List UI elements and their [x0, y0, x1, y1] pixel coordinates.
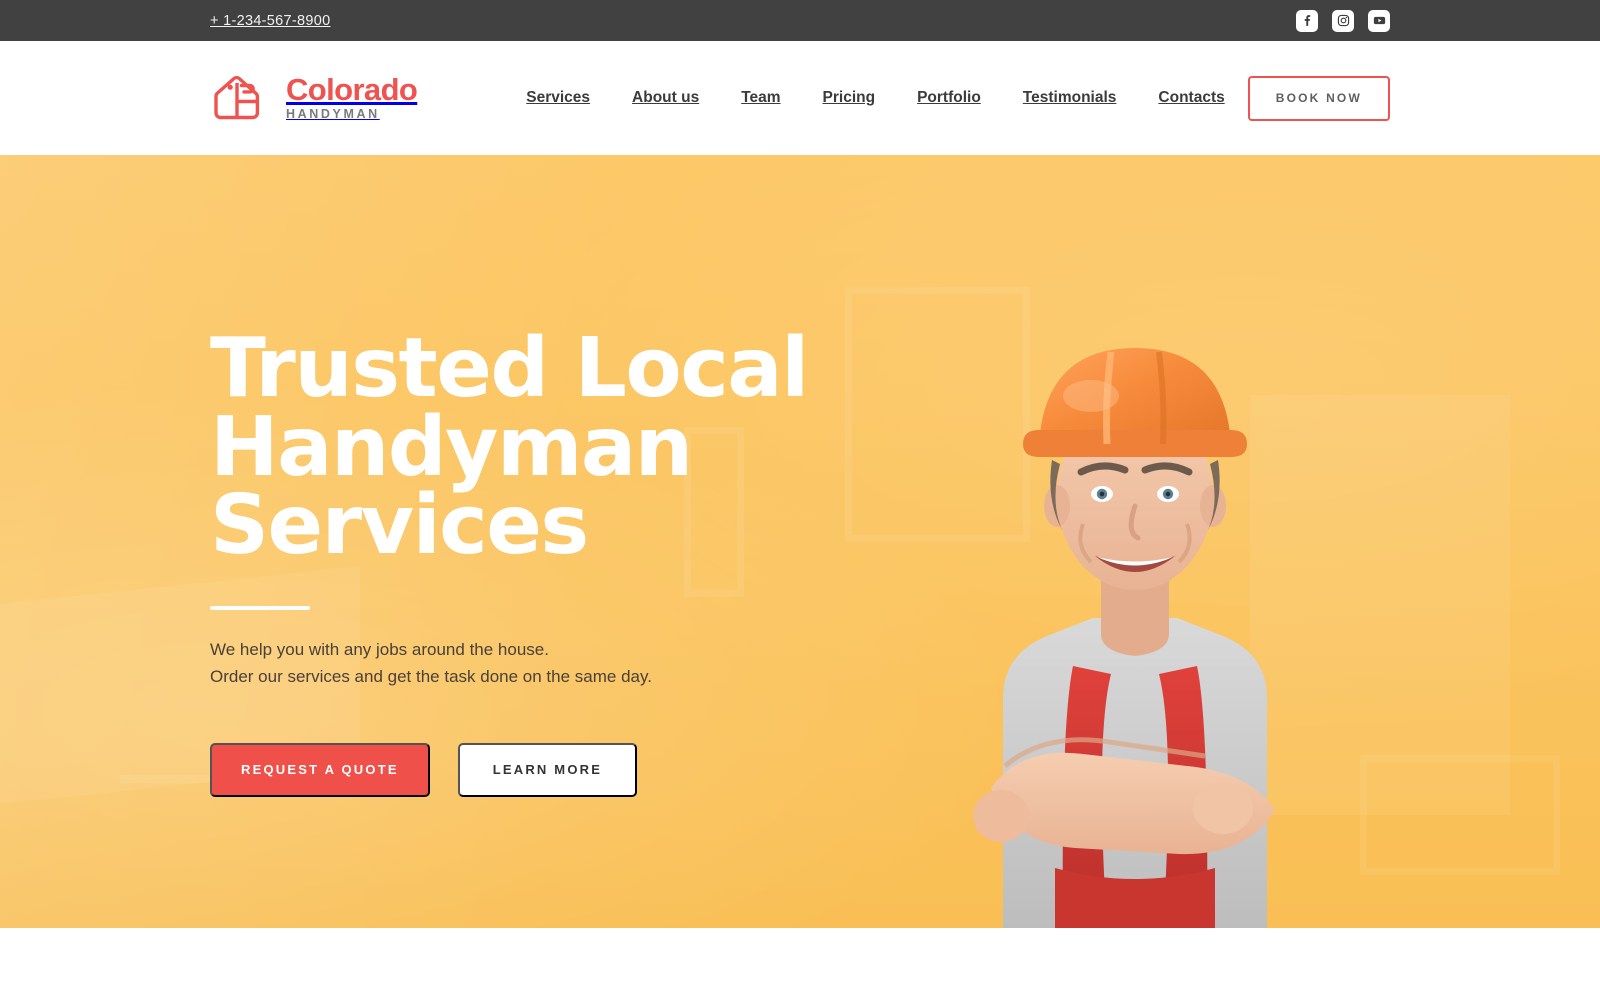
book-now-button[interactable]: BOOK NOW	[1247, 75, 1390, 121]
logo-subtitle: HANDYMAN	[286, 107, 380, 122]
nav-item-team[interactable]: Team	[720, 79, 801, 117]
hero-section: Trusted Local Handyman Services We help …	[0, 155, 1600, 928]
hero-subtitle-line-2: Order our services and get the task done…	[210, 667, 652, 687]
facebook-icon[interactable]	[1296, 9, 1318, 32]
hero-title: Trusted Local Handyman Services	[210, 321, 990, 574]
youtube-icon[interactable]	[1368, 9, 1390, 32]
main-navigation: Services About us Team Pricing Portfolio…	[505, 79, 1245, 117]
hero-title-line-3: Services	[210, 478, 589, 574]
phone-link[interactable]: + 1-234-567-8900	[210, 13, 331, 29]
hero-actions: REQUEST A QUOTE LEARN MORE	[210, 742, 1600, 797]
hero-divider	[210, 606, 310, 611]
hero-title-line-1: Trusted Local	[210, 321, 809, 416]
hero-content: Trusted Local Handyman Services We help …	[0, 155, 1600, 797]
hero-subtitle: We help you with any jobs around the hou…	[210, 637, 1600, 691]
nav-item-portfolio[interactable]: Portfolio	[896, 79, 1002, 117]
learn-more-button[interactable]: LEARN MORE	[457, 742, 638, 797]
nav-item-testimonials[interactable]: Testimonials	[1002, 79, 1138, 117]
nav-item-pricing[interactable]: Pricing	[802, 79, 897, 117]
logo-title: Colorado	[286, 71, 418, 107]
hero-subtitle-line-1: We help you with any jobs around the hou…	[210, 640, 549, 660]
instagram-icon[interactable]	[1332, 9, 1354, 32]
request-a-quote-button[interactable]: REQUEST A QUOTE	[210, 742, 430, 797]
site-header: Colorado HANDYMAN Services About us Team…	[0, 41, 1600, 155]
site-logo[interactable]: Colorado HANDYMAN	[210, 71, 418, 123]
nav-item-services[interactable]: Services	[505, 79, 611, 117]
nav-item-about-us[interactable]: About us	[611, 79, 720, 117]
nav-item-contacts[interactable]: Contacts	[1137, 79, 1245, 117]
social-links	[1296, 9, 1390, 32]
top-bar: + 1-234-567-8900	[0, 0, 1600, 41]
hero-title-line-2: Handyman	[210, 399, 693, 495]
toolbox-icon	[210, 73, 272, 123]
page-body-below-hero	[0, 928, 1600, 1000]
